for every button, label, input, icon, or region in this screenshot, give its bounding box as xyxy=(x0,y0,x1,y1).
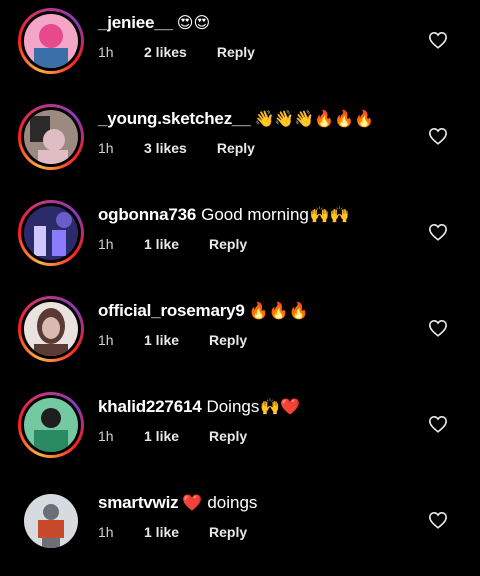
comment-username[interactable]: _young.sketchez__ xyxy=(98,109,251,128)
avatar-photo xyxy=(24,14,78,68)
comment-row: khalid227614 Doings🙌❤️ 1h 1 like Reply xyxy=(0,384,480,480)
comment-emoji: 🙌🙌 xyxy=(309,205,350,224)
reply-button[interactable]: Reply xyxy=(209,524,247,540)
reply-button[interactable]: Reply xyxy=(209,428,247,444)
comment-time: 1h xyxy=(98,236,114,252)
avatar[interactable] xyxy=(18,8,84,74)
avatar[interactable] xyxy=(18,296,84,362)
comment-username[interactable]: official_rosemary9 xyxy=(98,301,245,320)
comment-row: _jeniee__ 😍😍 1h 2 likes Reply xyxy=(0,0,480,96)
reply-button[interactable]: Reply xyxy=(217,44,255,60)
comment-likes[interactable]: 1 like xyxy=(144,332,179,348)
reply-button[interactable]: Reply xyxy=(209,332,247,348)
comment-time: 1h xyxy=(98,332,114,348)
comment-likes[interactable]: 1 like xyxy=(144,428,179,444)
comment-text: doings xyxy=(207,493,258,512)
comment-username[interactable]: _jeniee__ xyxy=(98,13,173,32)
comment-username[interactable]: smartvwiz xyxy=(98,493,179,512)
comment-emoji: ❤️ xyxy=(182,493,203,512)
heart-outline-icon[interactable] xyxy=(428,223,448,241)
comment-time: 1h xyxy=(98,428,114,444)
comment-text: Good morning xyxy=(201,205,309,224)
avatar-photo xyxy=(24,302,78,356)
avatar-photo xyxy=(24,398,78,452)
avatar[interactable] xyxy=(18,200,84,266)
comment-time: 1h xyxy=(98,140,114,156)
comment-likes[interactable]: 1 like xyxy=(144,236,179,252)
avatar[interactable] xyxy=(18,104,84,170)
avatar-photo xyxy=(24,206,78,260)
avatar[interactable] xyxy=(18,392,84,458)
comment-username[interactable]: khalid227614 xyxy=(98,397,202,416)
comments-list: _jeniee__ 😍😍 1h 2 likes Reply _young.ske… xyxy=(0,0,480,569)
comment-row: official_rosemary9 🔥🔥🔥 1h 1 like Reply xyxy=(0,288,480,384)
comment-time: 1h xyxy=(98,524,114,540)
heart-outline-icon[interactable] xyxy=(428,511,448,529)
comment-text: Doings xyxy=(206,397,260,416)
comment-username[interactable]: ogbonna736 xyxy=(98,205,196,224)
comment-likes[interactable]: 2 likes xyxy=(144,44,187,60)
comment-emoji: 👋👋👋🔥🔥🔥 xyxy=(254,109,375,128)
reply-button[interactable]: Reply xyxy=(217,140,255,156)
heart-outline-icon[interactable] xyxy=(428,415,448,433)
comment-likes[interactable]: 3 likes xyxy=(144,140,187,156)
heart-outline-icon[interactable] xyxy=(428,127,448,145)
comment-row: _young.sketchez__ 👋👋👋🔥🔥🔥 1h 3 likes Reply xyxy=(0,96,480,192)
reply-button[interactable]: Reply xyxy=(209,236,247,252)
avatar-photo xyxy=(24,494,78,548)
comment-row: ogbonna736 Good morning🙌🙌 1h 1 like Reply xyxy=(0,192,480,288)
comment-emoji: 😍😍 xyxy=(176,13,211,32)
heart-outline-icon[interactable] xyxy=(428,319,448,337)
comment-row: smartvwiz ❤️ doings 1h 1 like Reply xyxy=(0,480,480,576)
comment-emoji: 🔥🔥🔥 xyxy=(248,301,309,320)
comment-likes[interactable]: 1 like xyxy=(144,524,179,540)
comment-emoji: 🙌❤️ xyxy=(260,397,301,416)
avatar[interactable] xyxy=(18,488,84,554)
comment-time: 1h xyxy=(98,44,114,60)
avatar-photo xyxy=(24,110,78,164)
heart-outline-icon[interactable] xyxy=(428,31,448,49)
